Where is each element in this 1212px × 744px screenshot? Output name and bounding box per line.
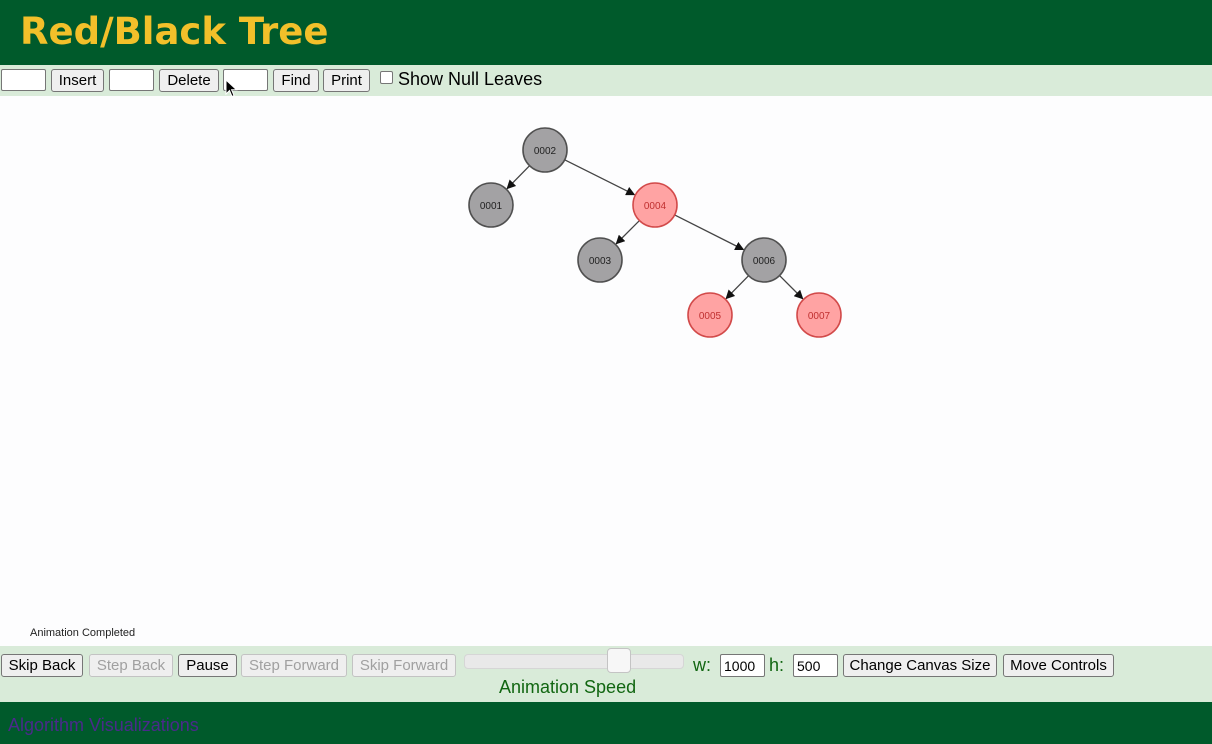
- status-message: Animation Completed: [30, 627, 136, 639]
- tree-canvas: 0002 0001 0004 0003 0006 0005 0007: [0, 96, 1212, 646]
- insert-button[interactable]: Insert: [51, 69, 104, 92]
- step-forward-button[interactable]: Step Forward: [241, 654, 347, 677]
- tree-node-label: 0007: [808, 311, 831, 322]
- width-label: w:: [693, 655, 711, 675]
- tree-edge-0006-0005: [725, 275, 750, 300]
- tree-node-0006: 0006: [741, 237, 787, 283]
- delete-button[interactable]: Delete: [159, 69, 219, 92]
- tree-node-label: 0005: [699, 311, 722, 322]
- tree-svg: 0002 0001 0004 0003 0006 0005 0007: [468, 127, 842, 338]
- animation-speed-label: Animation Speed: [499, 677, 637, 697]
- insert-input[interactable]: [1, 69, 46, 91]
- pause-button[interactable]: Pause: [178, 654, 237, 677]
- page-header: Red/Black Tree: [0, 0, 1212, 65]
- tree-node-label: 0002: [534, 146, 557, 157]
- change-canvas-size-button[interactable]: Change Canvas Size: [843, 654, 997, 677]
- canvas-height-input[interactable]: [793, 654, 838, 677]
- tree-node-label: 0003: [589, 256, 612, 267]
- canvas-width-input[interactable]: [720, 654, 765, 677]
- animation-speed-slider[interactable]: [464, 654, 684, 669]
- tree-node-0004: 0004: [632, 182, 678, 228]
- tree-node-0001: 0001: [468, 182, 514, 228]
- algorithm-visualizations-link[interactable]: Algorithm Visualizations: [8, 714, 199, 736]
- tree-node-label: 0004: [644, 201, 667, 212]
- delete-input[interactable]: [109, 69, 154, 91]
- tree-node-label: 0001: [480, 201, 503, 212]
- print-button[interactable]: Print: [323, 69, 370, 92]
- find-button[interactable]: Find: [273, 69, 319, 92]
- tree-node-label: 0006: [753, 256, 776, 267]
- tree-edge-0006-0007: [779, 275, 804, 300]
- animation-speed-slider-thumb[interactable]: [607, 648, 632, 673]
- skip-back-button[interactable]: Skip Back: [1, 654, 83, 677]
- height-label: h:: [769, 655, 785, 675]
- skip-forward-button[interactable]: Skip Forward: [352, 654, 456, 677]
- page-title: Red/Black Tree: [20, 10, 329, 53]
- tree-node-0003: 0003: [577, 237, 623, 283]
- page-footer: Algorithm Visualizations: [0, 702, 1212, 744]
- tree-edge-0002-0001: [506, 165, 531, 190]
- tree-edge-0004-0006: [674, 214, 745, 251]
- show-null-leaves-checkbox[interactable]: [380, 71, 393, 84]
- tree-node-0005: 0005: [687, 292, 733, 338]
- mouse-pointer-icon: [225, 79, 238, 98]
- step-back-button[interactable]: Step Back: [89, 654, 173, 677]
- tree-node-0007: 0007: [796, 292, 842, 338]
- tree-edge-0002-0004: [564, 159, 636, 196]
- move-controls-button[interactable]: Move Controls: [1003, 654, 1114, 677]
- tree-edge-0004-0003: [615, 220, 640, 245]
- show-null-leaves-label: Show Null Leaves: [398, 69, 543, 89]
- tree-node-0002: 0002: [522, 127, 568, 173]
